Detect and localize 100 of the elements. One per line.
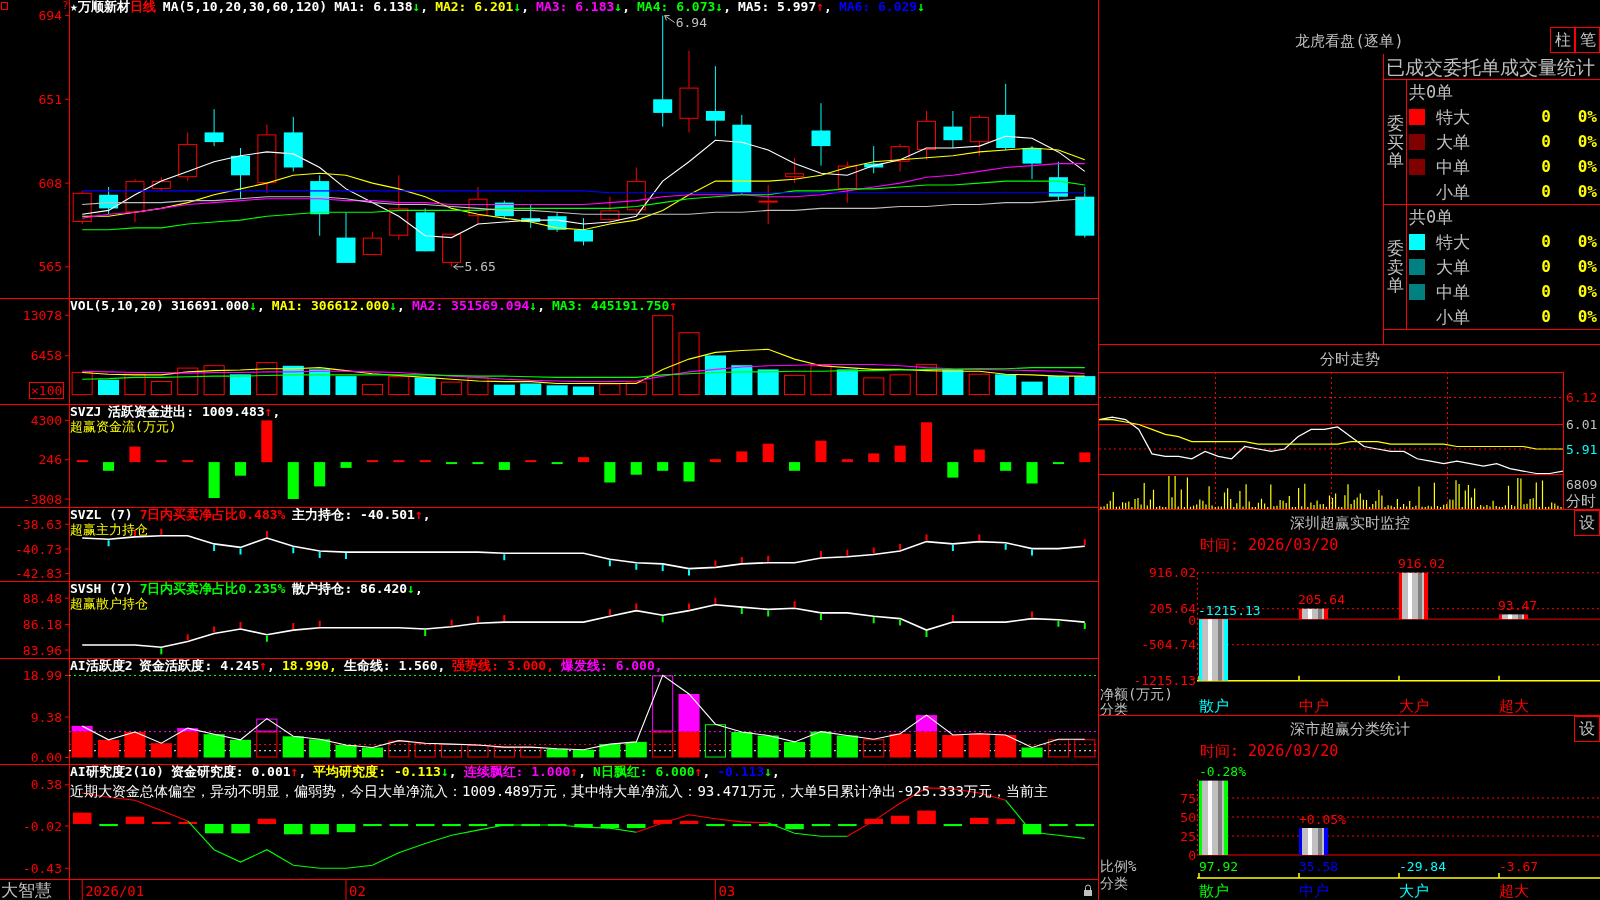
category-label: 散户 <box>1199 697 1229 715</box>
axis-label: 88.48 <box>22 590 62 606</box>
axis-label: 0.38 <box>30 777 62 793</box>
category-bar <box>1499 614 1528 620</box>
research-bar <box>838 824 857 827</box>
legend-item: 资金研究度: 0.001↑, <box>170 765 307 779</box>
legend-item: 散户持仓: 86.420↓, <box>292 582 423 596</box>
fund-flow-bar <box>736 451 748 463</box>
activity-bar <box>467 745 489 758</box>
axis-label: 6458 <box>30 348 62 364</box>
research-bar <box>125 816 145 824</box>
activity-bar <box>704 724 726 758</box>
research-bar <box>943 824 963 827</box>
legend-item: MA3: 6.183↓, <box>536 0 630 14</box>
activity-bar <box>520 747 542 758</box>
activity-bar <box>625 741 647 758</box>
bar-value-label: 205.64 <box>1298 592 1345 608</box>
legend-item: N日飘红: 6.000↑, <box>593 765 711 779</box>
fund-flow-bar <box>894 445 906 463</box>
order-count: 0 <box>1541 107 1551 128</box>
candle <box>442 233 462 268</box>
axis-label: 651 <box>38 91 62 107</box>
category-value: 97.92 <box>1199 858 1239 874</box>
fund-flow-bar <box>366 460 378 463</box>
activity-bar <box>124 732 146 758</box>
candle <box>151 176 171 192</box>
order-count: 0 <box>1541 281 1551 302</box>
legend-item: MA3: 445191.750↑ <box>552 299 678 313</box>
activity-bar <box>836 735 858 758</box>
legend-item: 资金活跃度: 4.245↑, <box>139 659 275 673</box>
order-count: 0 <box>1541 181 1551 202</box>
legend-item: MA5: 5.997↑, <box>737 0 832 14</box>
view-mode-button[interactable]: 柱 <box>1550 27 1575 53</box>
volume-bar <box>995 374 1017 395</box>
activity-bar <box>678 731 700 758</box>
candle <box>758 184 778 225</box>
research-bar <box>389 824 409 827</box>
view-mode-button[interactable]: 笔 <box>1575 27 1600 53</box>
research-bar <box>600 824 620 829</box>
activity-bar <box>361 747 383 758</box>
order-percent: 0% <box>1577 281 1597 302</box>
volume-bar <box>678 332 700 395</box>
order-count: 0 <box>1541 257 1551 277</box>
timestamp: 时间: 2026/03/20 <box>1200 536 1339 554</box>
volume-bar <box>520 383 542 396</box>
research-bar <box>759 824 778 827</box>
fund-flow-bar <box>287 462 299 499</box>
axis-label: 565 <box>38 259 62 275</box>
volume-bar <box>388 376 410 395</box>
research-bar <box>785 824 804 830</box>
fund-flow-bar <box>921 422 933 463</box>
candle <box>811 102 831 167</box>
fund-flow-bar <box>129 446 141 463</box>
order-count: 0 <box>1541 132 1551 152</box>
volume-bar <box>1047 376 1069 395</box>
fund-flow-bar <box>498 462 510 470</box>
settings-button[interactable]: 设 <box>1574 716 1600 742</box>
research-bar <box>732 824 752 827</box>
activity-bar <box>572 749 594 758</box>
category-label: 大户 <box>1399 882 1429 900</box>
indicator-caption: 超赢资金流(万元) <box>70 419 177 434</box>
legend-item: 爆发线: 6.000, <box>561 659 663 673</box>
research-bar <box>336 824 356 833</box>
activity-bar <box>968 733 990 758</box>
candle <box>705 65 725 137</box>
research-bar <box>811 824 831 827</box>
volume-bar <box>203 365 225 396</box>
candle <box>626 167 646 213</box>
fund-flow-bar <box>709 459 721 463</box>
research-bar <box>442 824 461 827</box>
unit-label: ×100 <box>29 382 65 399</box>
legend-item: 生命线: 1.560, <box>343 659 446 673</box>
axis-label: 0 <box>1188 847 1196 863</box>
axis-label: 694 <box>38 8 62 24</box>
axis-label: 6.12 <box>1566 390 1598 405</box>
legend-item: 18.990, <box>281 659 337 673</box>
date-label: 2026/01 <box>85 882 145 899</box>
change-label: +0.05% <box>1299 811 1346 827</box>
axis-title: 比例% <box>1100 858 1137 874</box>
category-bar <box>1299 608 1328 620</box>
order-total: 共0单 <box>1409 207 1454 228</box>
change-label: -0.28% <box>1199 764 1246 780</box>
volume-bar <box>124 373 146 395</box>
order-type-label: 中单 <box>1436 156 1471 177</box>
help-mark: ? <box>62 0 69 11</box>
table-title: 已成交委托单成交量统计 <box>1386 55 1595 78</box>
settings-button[interactable]: 设 <box>1574 510 1600 536</box>
axis-label: -3808 <box>22 491 62 507</box>
volume-bar <box>915 363 937 395</box>
fund-flow-bar <box>235 462 247 476</box>
order-percent: 0% <box>1577 181 1597 202</box>
research-bar <box>284 824 303 835</box>
activity-bar <box>731 732 753 758</box>
axis-label: -0.43 <box>22 860 62 876</box>
fund-flow-bar <box>1052 462 1064 465</box>
axis-title: 净额(万元) <box>1100 686 1173 702</box>
order-type-label: 中单 <box>1436 281 1471 302</box>
date-label: 02 <box>349 882 366 899</box>
activity-bar <box>414 743 436 758</box>
candle <box>72 190 92 225</box>
